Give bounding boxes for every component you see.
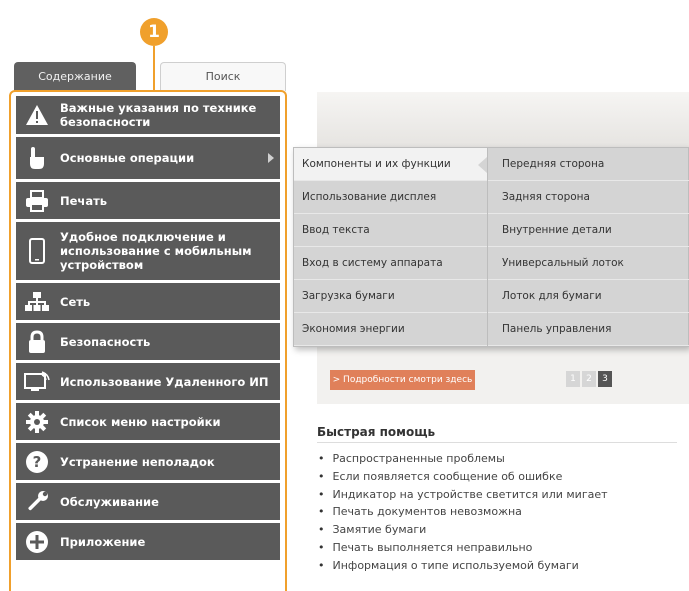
quick-help-link[interactable]: Индикатор на устройстве светится или миг… [318, 486, 608, 504]
tab-contents[interactable]: Содержание [14, 62, 136, 91]
question-icon: ? [24, 449, 50, 475]
menu-item-network[interactable]: Сеть [16, 283, 280, 320]
quick-help-link[interactable]: Печать выполняется неправильно [318, 539, 608, 557]
menu-item-label: Сеть [60, 294, 91, 309]
wrench-icon [24, 489, 50, 515]
hero-image [317, 92, 689, 148]
submenu-pointer [478, 157, 487, 173]
menu-item-label: Использование Удаленного ИП [60, 374, 269, 389]
submenu-item[interactable]: Использование дисплея [294, 181, 487, 214]
submenu-flyout: Компоненты и их функции Использование ди… [293, 147, 689, 347]
menu-item-safety[interactable]: Важные указания по технике безопасности [16, 96, 280, 134]
menu-item-maintenance[interactable]: Обслуживание [16, 483, 280, 520]
network-icon [24, 289, 50, 315]
menu-item-appendix[interactable]: Приложение [16, 523, 280, 560]
menu-item-label: Список меню настройки [60, 414, 221, 429]
svg-text:?: ? [33, 453, 42, 471]
menu-item-label: Основные операции [60, 151, 195, 165]
gear-icon [24, 409, 50, 435]
warning-icon [24, 102, 50, 128]
menu-item-security[interactable]: Безопасность [16, 323, 280, 360]
remote-ui-icon [24, 369, 50, 395]
pager-button-current[interactable]: 3 [598, 371, 612, 387]
submenu-item[interactable]: Задняя сторона [488, 181, 689, 214]
submenu-item[interactable]: Внутренние детали [488, 214, 689, 247]
quick-help-link[interactable]: Информация о типе используемой бумаги [318, 557, 608, 575]
submenu-item[interactable]: Панель управления [488, 313, 689, 346]
lock-icon [24, 329, 50, 355]
plus-icon [24, 529, 50, 555]
submenu-item[interactable]: Вход в систему аппарата [294, 247, 487, 280]
callout-badge: 1 [140, 18, 168, 46]
menu-item-remote-ui[interactable]: Использование Удаленного ИП [16, 363, 280, 400]
menu-item-basic-operations[interactable]: Основные операции [16, 137, 280, 179]
menu-item-label: Печать [60, 193, 108, 208]
expand-arrow-icon [268, 153, 274, 163]
tab-search[interactable]: Поиск [160, 62, 286, 91]
quick-help-title: Быстрая помощь [317, 425, 677, 443]
menu-item-label: Приложение [60, 534, 146, 549]
quick-help-link[interactable]: Печать документов невозможна [318, 503, 608, 521]
quick-help-link[interactable]: Если появляется сообщение об ошибке [318, 468, 608, 486]
submenu-item[interactable]: Загрузка бумаги [294, 280, 487, 313]
menu-item-troubleshooting[interactable]: ? Устранение неполадок [16, 443, 280, 480]
submenu-level-2: Передняя сторона Задняя сторона Внутренн… [487, 148, 689, 346]
submenu-item[interactable]: Экономия энергии [294, 313, 487, 346]
slide-pager: 1 2 3 [566, 371, 614, 387]
quick-help-list: Распространенные проблемы Если появляетс… [318, 450, 608, 575]
menu-item-print[interactable]: Печать [16, 182, 280, 219]
submenu-level-1: Компоненты и их функции Использование ди… [294, 148, 487, 346]
menu-item-label: Обслуживание [60, 494, 159, 509]
quick-help-link[interactable]: Распространенные проблемы [318, 450, 608, 468]
printer-icon [24, 188, 50, 214]
submenu-item[interactable]: Компоненты и их функции [294, 148, 487, 181]
menu-item-label: Важные указания по технике безопасности [60, 101, 257, 129]
menu-item-label: Устранение неполадок [60, 454, 215, 469]
menu-item-label: Безопасность [60, 334, 151, 349]
quick-help-link[interactable]: Замятие бумаги [318, 521, 608, 539]
menu-item-settings-list[interactable]: Список меню настройки [16, 403, 280, 440]
pager-button[interactable]: 1 [566, 371, 580, 387]
pager-button[interactable]: 2 [582, 371, 596, 387]
submenu-item[interactable]: Универсальный лоток [488, 247, 689, 280]
details-button[interactable]: > Подробности смотри здесь [330, 370, 475, 390]
submenu-item[interactable]: Ввод текста [294, 214, 487, 247]
menu-item-mobile[interactable]: Удобное подключение и использование с мо… [16, 222, 280, 280]
submenu-item[interactable]: Лоток для бумаги [488, 280, 689, 313]
contents-menu: Важные указания по технике безопасности … [9, 90, 287, 591]
menu-item-label: Удобное подключение и использование с мо… [60, 230, 252, 272]
mobile-device-icon [24, 238, 50, 264]
callout-line [153, 46, 155, 90]
submenu-item[interactable]: Передняя сторона [488, 148, 689, 181]
hand-pointer-icon [24, 145, 50, 171]
